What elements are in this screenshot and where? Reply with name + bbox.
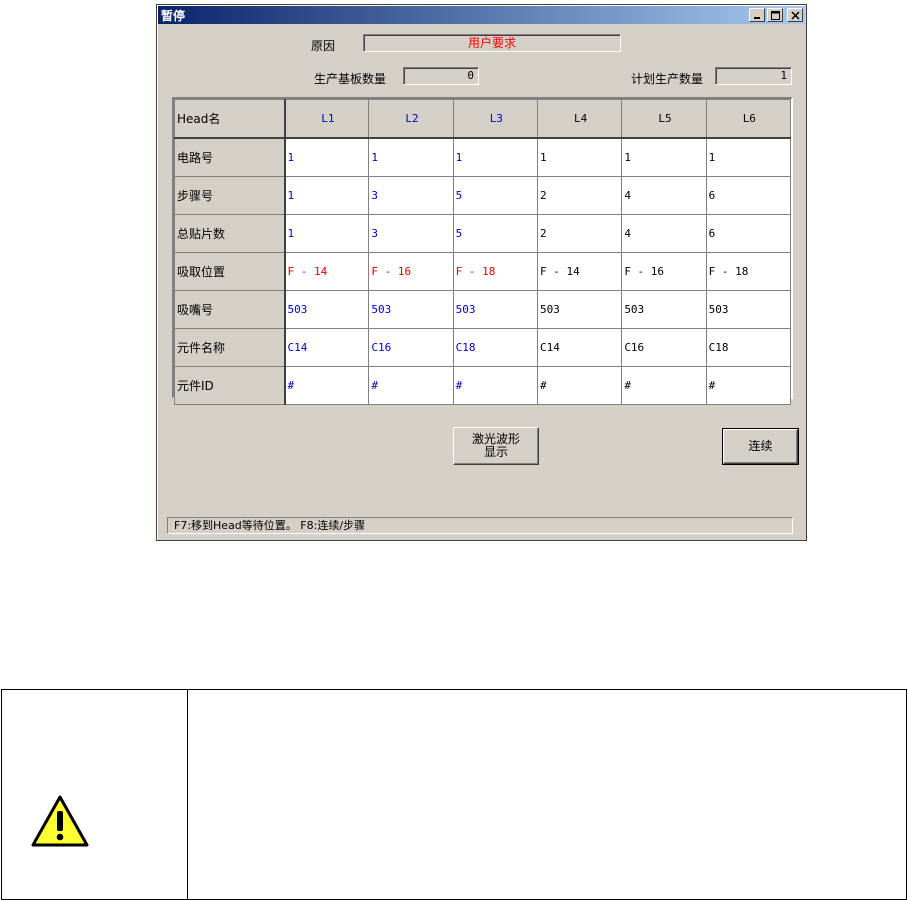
grid-cell[interactable]: 503 [283, 290, 370, 329]
table-row: 元件ID # # # # # # [174, 366, 792, 405]
grid-cell[interactable]: 2 [536, 176, 623, 215]
grid-cell[interactable]: 5 [452, 214, 538, 253]
warning-text-cell [188, 690, 906, 899]
grid-cell[interactable]: 5 [452, 176, 538, 215]
laser-waveform-button[interactable]: 激光波形 显示 [453, 427, 539, 465]
table-row: 元件名称 C14 C16 C18 C14 C16 C18 [174, 328, 792, 367]
warning-icon-cell [2, 690, 188, 899]
table-row: 吸取位置 F - 14 F - 16 F - 18 F - 14 F - 16 F - 18 [174, 252, 792, 291]
grid-cell[interactable]: # [283, 366, 370, 405]
grid-cell[interactable]: C18 [705, 328, 792, 367]
grid-cell[interactable]: 1 [283, 137, 370, 177]
grid-corner-header: Head名 [174, 99, 286, 139]
minimize-icon[interactable] [749, 8, 765, 22]
grid-cell[interactable]: C16 [368, 328, 454, 367]
grid-cell[interactable]: # [368, 366, 454, 405]
grid-cell[interactable]: F - 14 [283, 252, 370, 291]
planned-quantity-label: 计划生产数量 [631, 72, 704, 86]
row-header: 元件名称 [174, 328, 286, 367]
maximize-icon[interactable] [767, 8, 783, 22]
grid-cell[interactable]: 3 [368, 214, 454, 253]
column-header-l4[interactable]: L4 [536, 99, 623, 139]
grid-cell[interactable]: 4 [621, 214, 707, 253]
row-header: 电路号 [174, 137, 286, 177]
head-grid: Head名 L1 L2 L3 L4 L5 L6 电路号 1 1 1 1 1 1 步骤号 1 3 5 2 4 6 总贴片数 1… [172, 97, 793, 405]
pause-dialog: 暂停 原因 用户要求 生产基板数量 0 计划生产数量 1 Head名 L1 L2 L3… [156, 4, 807, 541]
grid-cell[interactable]: # [536, 366, 623, 405]
grid-cell[interactable]: F - 16 [368, 252, 454, 291]
laser-waveform-line2: 显示 [483, 445, 508, 459]
planned-quantity-field: 1 [715, 67, 792, 85]
row-header: 吸嘴号 [174, 290, 286, 329]
row-header: 总贴片数 [174, 214, 286, 253]
grid-cell[interactable]: 503 [368, 290, 454, 329]
grid-cell[interactable]: 2 [536, 214, 623, 253]
row-header: 元件ID [174, 366, 286, 405]
column-header-l6[interactable]: L6 [705, 99, 792, 139]
grid-cell[interactable]: 1 [536, 137, 623, 177]
grid-header-row: Head名 L1 L2 L3 L4 L5 L6 [174, 99, 792, 139]
status-bar: F7:移到Head等待位置。 F8:连续/步骤 [167, 517, 793, 534]
grid-cell[interactable]: 6 [705, 176, 792, 215]
produced-boards-label: 生产基板数量 [314, 72, 387, 86]
row-header: 吸取位置 [174, 252, 286, 291]
grid-cell[interactable]: # [621, 366, 707, 405]
window-title: 暂停 [161, 9, 186, 23]
grid-cell[interactable]: F - 16 [621, 252, 707, 291]
produced-boards-field: 0 [403, 67, 479, 85]
table-row: 吸嘴号 503 503 503 503 503 503 [174, 290, 792, 329]
grid-cell[interactable]: 503 [621, 290, 707, 329]
grid-cell[interactable]: 1 [368, 137, 454, 177]
grid-cell[interactable]: 1 [705, 137, 792, 177]
table-row: 电路号 1 1 1 1 1 1 [174, 137, 792, 177]
continue-button[interactable]: 连续 [722, 428, 799, 465]
reason-field: 用户要求 [363, 34, 621, 52]
table-row: 总贴片数 1 3 5 2 4 6 [174, 214, 792, 253]
grid-cell[interactable]: C14 [283, 328, 370, 367]
grid-cell[interactable]: # [705, 366, 792, 405]
grid-cell[interactable]: 1 [283, 176, 370, 215]
grid-cell[interactable]: 4 [621, 176, 707, 215]
column-header-l1[interactable]: L1 [283, 99, 370, 139]
grid-cell[interactable]: C14 [536, 328, 623, 367]
grid-cell[interactable]: # [452, 366, 538, 405]
warning-box [1, 689, 907, 900]
grid-cell[interactable]: F - 18 [452, 252, 538, 291]
grid-cell[interactable]: 1 [621, 137, 707, 177]
title-bar[interactable]: 暂停 [158, 6, 805, 24]
row-header: 步骤号 [174, 176, 286, 215]
grid-cell[interactable]: 6 [705, 214, 792, 253]
grid-cell[interactable]: F - 14 [536, 252, 623, 291]
column-header-l5[interactable]: L5 [621, 99, 707, 139]
grid-cell[interactable]: C18 [452, 328, 538, 367]
reason-label: 原因 [311, 39, 336, 53]
grid-cell[interactable]: 1 [452, 137, 538, 177]
column-header-l2[interactable]: L2 [368, 99, 454, 139]
table-row: 步骤号 1 3 5 2 4 6 [174, 176, 792, 215]
grid-cell[interactable]: 1 [283, 214, 370, 253]
grid-cell[interactable]: 503 [452, 290, 538, 329]
column-header-l3[interactable]: L3 [452, 99, 538, 139]
grid-cell[interactable]: C16 [621, 328, 707, 367]
close-icon[interactable] [787, 8, 803, 22]
grid-cell[interactable]: F - 18 [705, 252, 792, 291]
grid-cell[interactable]: 503 [536, 290, 623, 329]
warning-triangle-icon [31, 795, 89, 847]
grid-cell[interactable]: 3 [368, 176, 454, 215]
grid-cell[interactable]: 503 [705, 290, 792, 329]
